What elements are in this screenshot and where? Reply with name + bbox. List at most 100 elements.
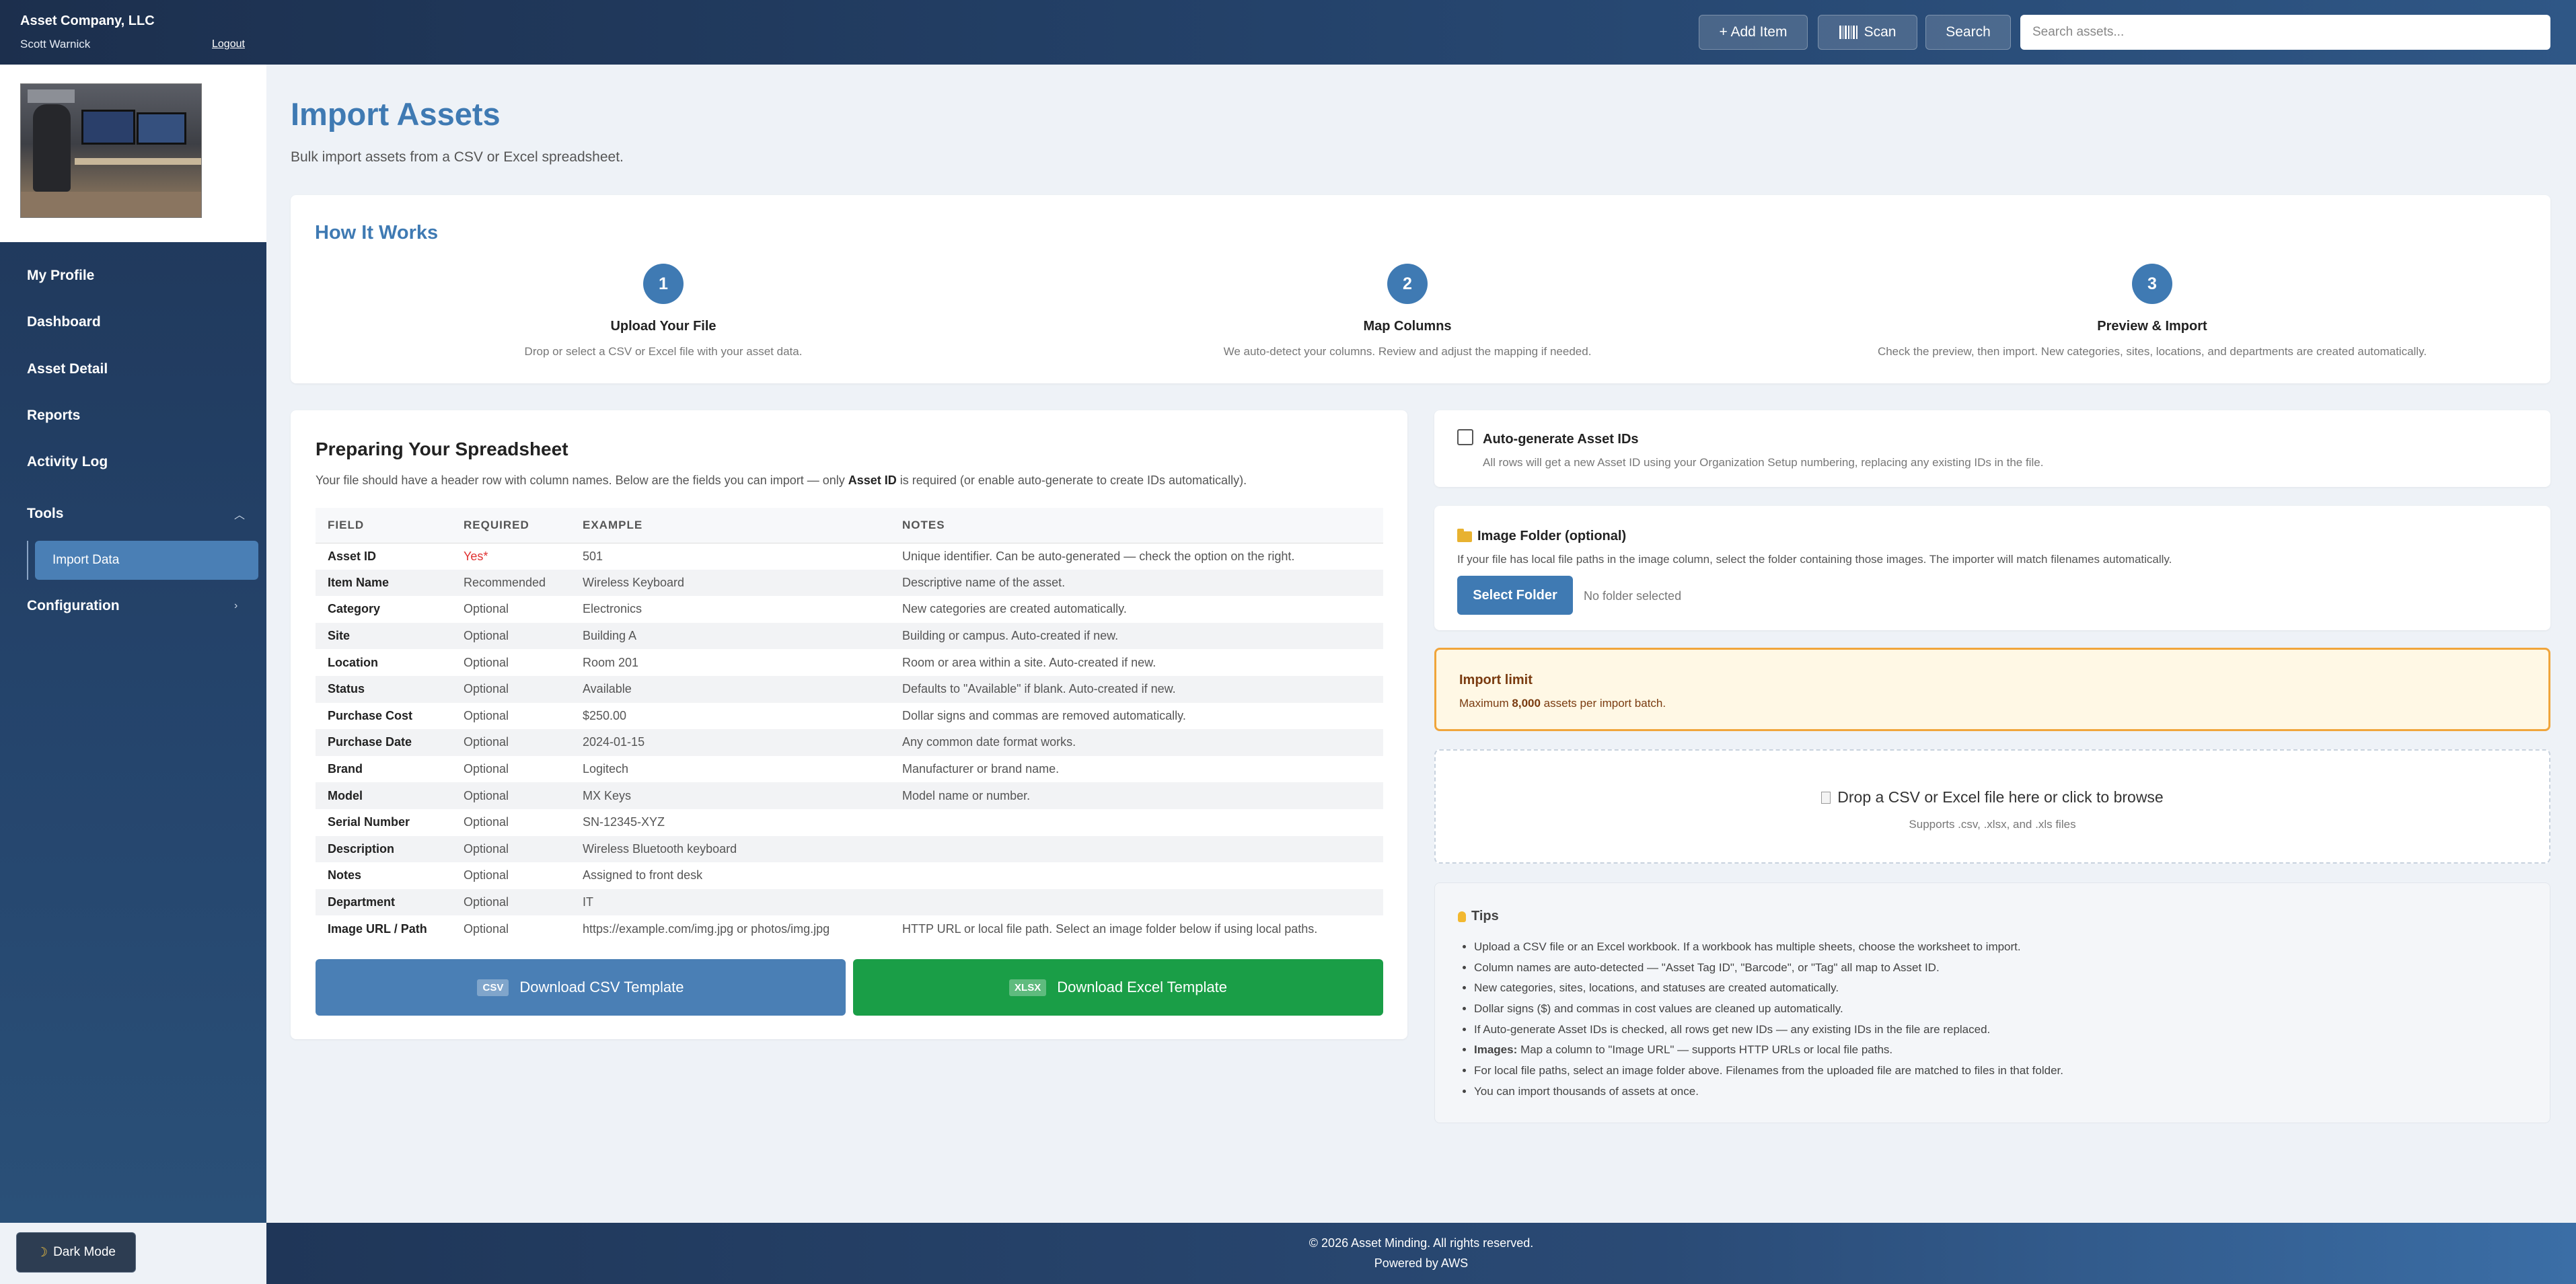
folder-status: No folder selected	[1584, 589, 1682, 603]
sidebar-item-asset-detail[interactable]: Asset Detail	[27, 361, 108, 377]
company-logo-image	[20, 83, 202, 218]
required-cell: Optional	[451, 782, 571, 809]
file-icon	[1821, 791, 1831, 804]
file-drop-zone[interactable]: Drop a CSV or Excel file here or click t…	[1434, 749, 2550, 864]
field-cell: Asset ID	[328, 549, 377, 563]
column-header: NOTES	[890, 508, 1383, 543]
auto-generate-checkbox[interactable]	[1457, 429, 1473, 445]
notes-cell: Defaults to "Available" if blank. Auto-c…	[890, 675, 1383, 703]
notes-cell	[890, 862, 1383, 889]
user-name: Scott Warnick	[20, 38, 91, 50]
required-cell: Optional	[464, 708, 509, 722]
search-label: Search	[1946, 24, 1991, 40]
required-cell: Optional	[464, 868, 509, 882]
example-cell: Wireless Keyboard	[571, 569, 890, 597]
how-it-works-title: How It Works	[315, 222, 439, 243]
sidebar-subitem-import-data[interactable]: Import Data	[35, 541, 258, 580]
select-folder-button[interactable]: Select Folder	[1457, 576, 1573, 615]
subitem-label: Import Data	[52, 553, 120, 567]
required-cell: Optional	[451, 729, 571, 756]
top-header: Asset Company, LLC Scott Warnick Logout …	[0, 0, 2576, 65]
example-cell: Logitech	[583, 762, 629, 776]
company-name: Asset Company, LLC	[20, 13, 155, 28]
step-description: We auto-detect your columns. Review and …	[1223, 345, 1592, 358]
search-button[interactable]: Search	[1925, 15, 2011, 50]
dark-mode-button[interactable]: ☽ Dark Mode	[16, 1232, 136, 1273]
download-excel-template-button[interactable]: XLSX Download Excel Template	[853, 959, 1383, 1016]
sidebar-item-reports[interactable]: Reports	[27, 408, 80, 424]
tips-card: Tips Upload a CSV file or an Excel workb…	[1434, 882, 2550, 1123]
moon-icon: ☽	[36, 1245, 48, 1260]
sidebar-item-tools[interactable]: Tools	[27, 506, 63, 522]
search-input[interactable]	[2020, 15, 2550, 50]
preparing-description: Your file should have a header row with …	[316, 474, 1247, 487]
example-cell: SN-12345-XYZ	[583, 815, 665, 829]
example-cell: MX Keys	[571, 782, 890, 809]
field-cell: Description	[316, 835, 451, 863]
notes-cell: HTTP URL or local file path. Select an i…	[902, 921, 1318, 936]
required-cell: Optional	[464, 921, 509, 936]
logout-link[interactable]: Logout	[212, 38, 245, 50]
required-cell: Yes*	[464, 549, 488, 563]
auto-generate-title[interactable]: Auto-generate Asset IDs	[1483, 432, 1639, 447]
notes-cell	[890, 809, 1383, 836]
folder-icon	[1457, 528, 1472, 542]
step-number: 3	[2132, 264, 2172, 304]
tips-heading: Tips	[1458, 909, 1499, 924]
xlsx-badge: XLSX	[1009, 979, 1047, 996]
logo-area	[0, 65, 266, 242]
required-cell: Optional	[451, 889, 571, 916]
tip-item: Column names are auto-detected — "Asset …	[1474, 958, 2524, 979]
footer-copyright: © 2026 Asset Minding. All rights reserve…	[1309, 1236, 1534, 1250]
example-cell: Available	[571, 675, 890, 703]
barcode-icon	[1839, 26, 1857, 39]
table-row: Notes Optional Assigned to front desk	[316, 862, 1383, 889]
required-cell: Recommended	[451, 569, 571, 597]
sidebar-item-configuration[interactable]: Configuration	[27, 598, 120, 614]
step-1: 1 Upload Your File Drop or select a CSV …	[361, 264, 966, 358]
table-row: Model Optional MX Keys Model name or number…	[316, 782, 1383, 809]
image-folder-heading: Image Folder (optional)	[1457, 528, 1626, 544]
field-cell: Image URL / Path	[328, 921, 427, 936]
download-csv-label: Download CSV Template	[519, 979, 684, 995]
example-cell: Building A	[571, 622, 890, 650]
add-item-button[interactable]: + Add Item	[1699, 15, 1808, 50]
drop-zone-title: Drop a CSV or Excel file here or click t…	[1837, 788, 2164, 806]
field-cell: Item Name	[316, 569, 451, 597]
field-cell: Purchase Cost	[328, 708, 413, 722]
footer: © 2026 Asset Minding. All rights reserve…	[266, 1223, 2576, 1284]
table-row: Description Optional Wireless Bluetooth ke…	[316, 835, 1383, 863]
table-row: Location Optional Room 201 Room or area wit…	[316, 649, 1383, 676]
required-cell: Optional	[464, 762, 509, 776]
tips-title: Tips	[1471, 909, 1499, 923]
step-3: 3 Preview & Import Check the preview, th…	[1782, 264, 2522, 358]
table-row: Department Optional IT	[316, 889, 1383, 916]
tip-item: For local file paths, select an image fo…	[1474, 1061, 2524, 1082]
tip-item: Images: Map a column to "Image URL" — su…	[1474, 1040, 2524, 1061]
download-csv-template-button[interactable]: CSV Download CSV Template	[316, 959, 846, 1016]
sidebar-item-dashboard[interactable]: Dashboard	[27, 314, 101, 330]
required-cell: Optional	[451, 675, 571, 703]
lightbulb-icon	[1458, 911, 1466, 922]
table-row: Status Optional Available Defaults to "Avai…	[316, 675, 1383, 703]
example-cell: IT	[571, 889, 890, 916]
chevron-right-icon: ›	[234, 600, 238, 611]
table-row: Brand Optional Logitech Manufacturer or bra…	[316, 756, 1383, 783]
table-row: Purchase Cost Optional $250.00 Dollar signs…	[316, 703, 1383, 730]
notes-cell: Building or campus. Auto-created if new.	[890, 622, 1383, 650]
sidebar-item-my-profile[interactable]: My Profile	[27, 268, 94, 284]
sidebar-item-activity-log[interactable]: Activity Log	[27, 454, 108, 470]
how-it-works-card: How It Works 1 Upload Your File Drop or …	[291, 195, 2550, 383]
auto-generate-description: All rows will get a new Asset ID using y…	[1483, 456, 2044, 469]
table-row: Site Optional Building A Building or campus…	[316, 622, 1383, 650]
notes-cell: Dollar signs and commas are removed auto…	[902, 708, 1186, 722]
image-folder-card: Image Folder (optional) If your file has…	[1434, 506, 2550, 630]
example-cell: 2024-01-15	[571, 729, 890, 756]
column-header: EXAMPLE	[571, 508, 890, 543]
tips-list: Upload a CSV file or an Excel workbook. …	[1474, 937, 2524, 1102]
field-cell: Department	[316, 889, 451, 916]
step-number: 1	[643, 264, 684, 304]
scan-button[interactable]: Scan	[1818, 15, 1917, 50]
notes-cell: New categories are created automatically…	[902, 602, 1127, 616]
step-title: Preview & Import	[2097, 319, 2207, 334]
